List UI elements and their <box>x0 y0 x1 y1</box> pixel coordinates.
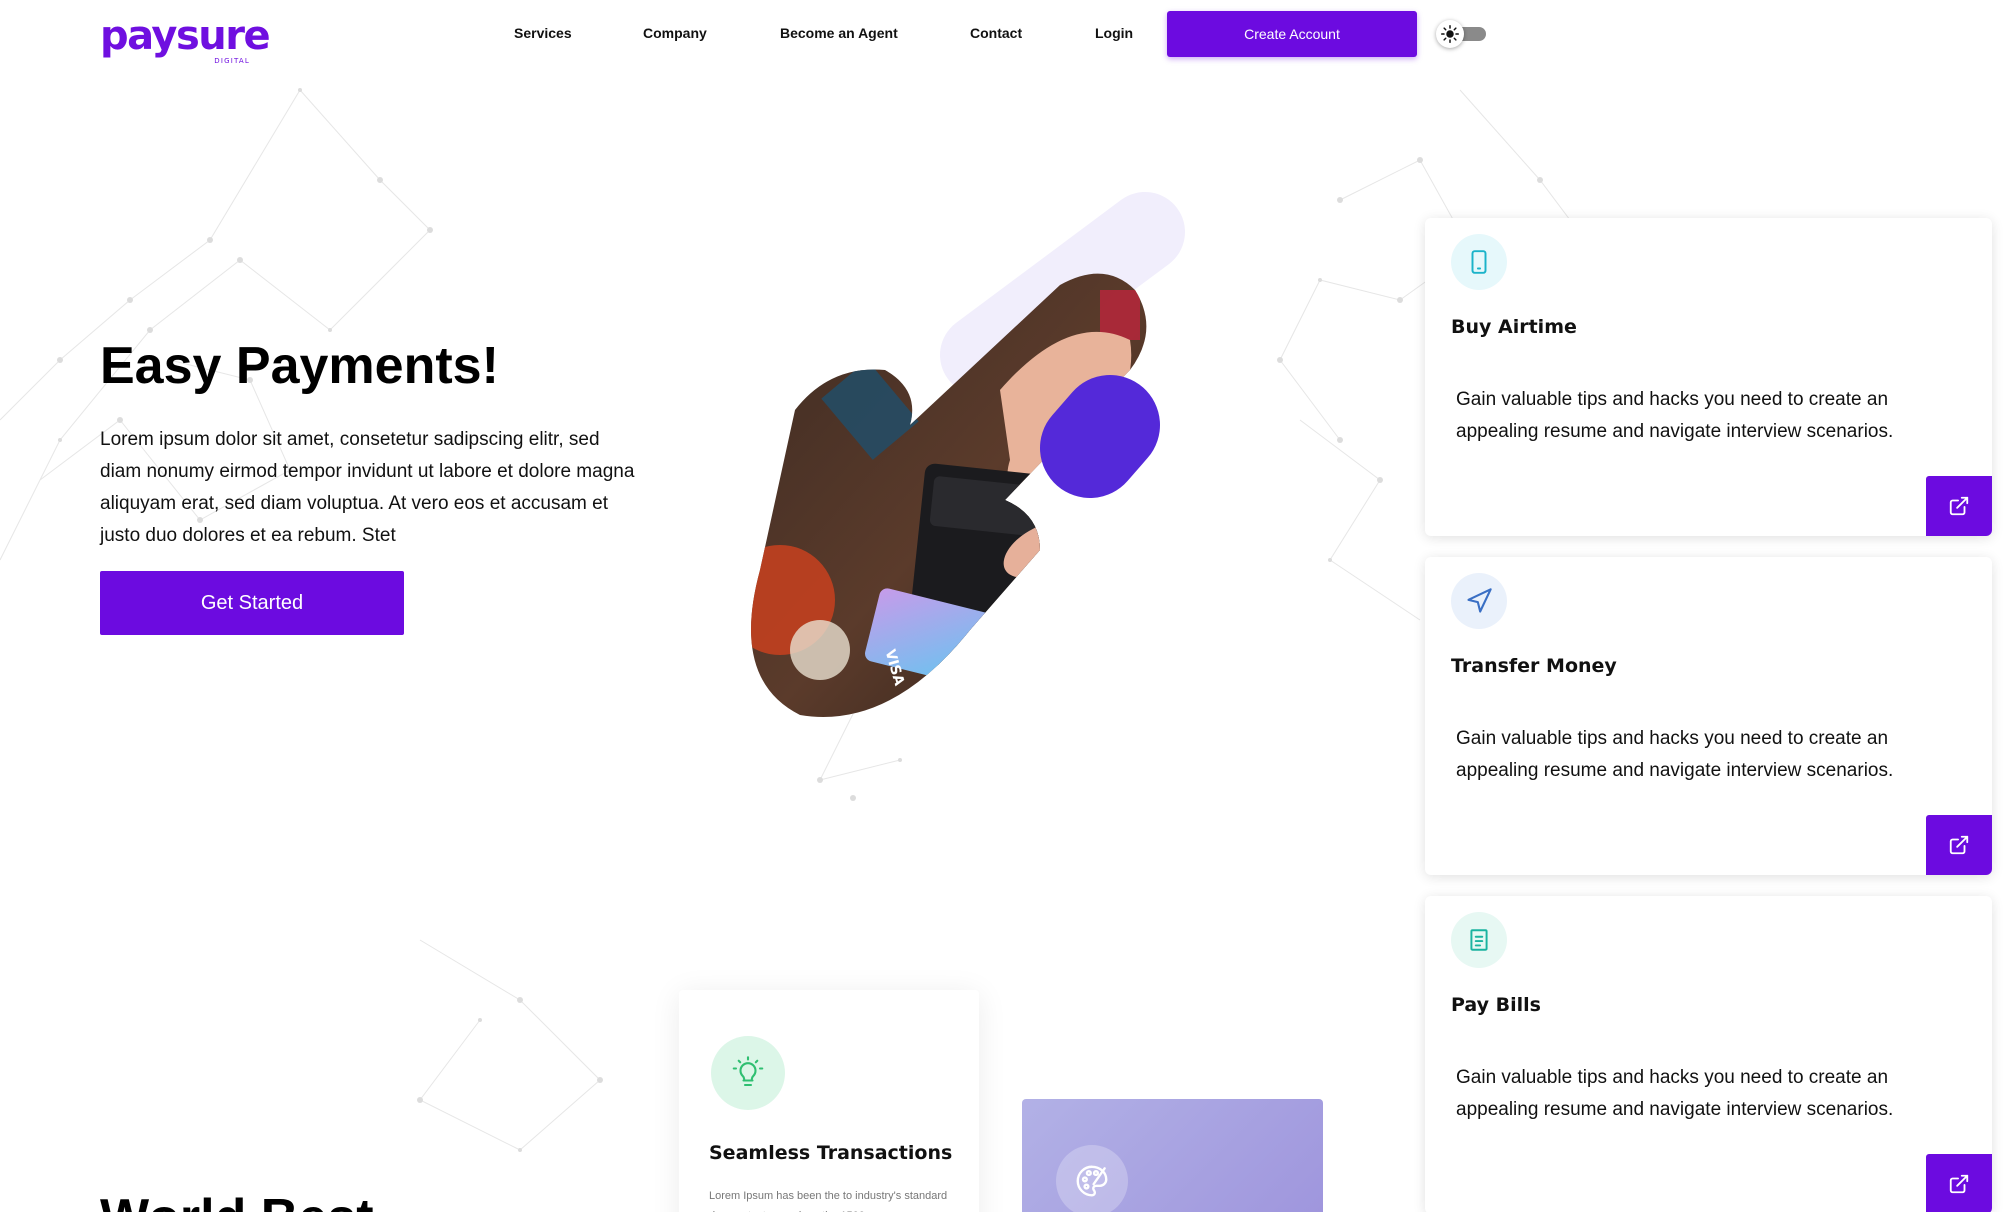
theme-toggle[interactable] <box>1436 18 1490 50</box>
external-link-icon <box>1949 496 1969 516</box>
nav-link-become-agent[interactable]: Become an Agent <box>780 22 898 44</box>
hero-title: Easy Payments! <box>100 337 499 395</box>
service-description: Gain valuable tips and hacks you need to… <box>1456 1067 1894 1120</box>
service-icon-wrap <box>1451 573 1507 629</box>
service-open-link-button[interactable] <box>1926 476 1992 536</box>
service-card-buy-airtime: Buy Airtime Gain valuable tips and hacks… <box>1425 218 1992 536</box>
nav-link-services[interactable]: Services <box>514 22 572 44</box>
logo-subtext: DIGITAL <box>214 57 250 65</box>
service-description: Gain valuable tips and hacks you need to… <box>1456 389 1894 442</box>
feature-text: Lorem Ipsum has been the to industry's s… <box>709 1190 948 1212</box>
phone-icon <box>1471 250 1487 274</box>
nav-link-contact[interactable]: Contact <box>970 22 1022 44</box>
service-card-transfer-money: Transfer Money Gain valuable tips and ha… <box>1425 557 1992 875</box>
external-link-icon <box>1949 835 1969 855</box>
feature-icon-wrap <box>1056 1145 1128 1212</box>
service-open-link-button[interactable] <box>1926 815 1992 875</box>
create-account-button[interactable]: Create Account <box>1167 11 1417 57</box>
feature-icon-wrap <box>711 1036 785 1110</box>
logo-wordmark: paysure <box>100 13 271 59</box>
service-title: Pay Bills <box>1451 994 1541 1016</box>
service-open-link-button[interactable] <box>1926 1154 1992 1212</box>
feature-title: Seamless Transactions <box>709 1142 953 1164</box>
nav-link-company[interactable]: Company <box>643 22 707 44</box>
top-navbar: paysure DIGITAL Services Company Become … <box>0 0 2013 70</box>
toggle-knob <box>1436 20 1464 48</box>
service-icon-wrap <box>1451 234 1507 290</box>
paysure-logo[interactable]: paysure DIGITAL <box>100 14 271 65</box>
feature-card-secondary <box>1022 1099 1323 1212</box>
section-heading: World Best <box>100 1188 374 1212</box>
document-icon <box>1470 929 1488 951</box>
service-title: Transfer Money <box>1451 655 1617 677</box>
service-icon-wrap <box>1451 912 1507 968</box>
hero-description: Lorem ipsum dolor sit amet, consetetur s… <box>100 429 635 546</box>
sun-icon <box>1441 25 1459 43</box>
external-link-icon <box>1949 1174 1969 1194</box>
service-title: Buy Airtime <box>1451 316 1577 338</box>
hero-illustration: VISA <box>751 192 1185 717</box>
lightbulb-icon <box>732 1056 764 1087</box>
palette-icon <box>1076 1165 1108 1197</box>
nav-link-login[interactable]: Login <box>1095 22 1133 44</box>
send-icon <box>1467 588 1492 613</box>
feature-card-seamless-transactions: Seamless Transactions Lorem Ipsum has be… <box>679 990 979 1212</box>
service-description: Gain valuable tips and hacks you need to… <box>1456 728 1894 781</box>
service-card-pay-bills: Pay Bills Gain valuable tips and hacks y… <box>1425 896 1992 1212</box>
get-started-button[interactable]: Get Started <box>100 571 404 635</box>
